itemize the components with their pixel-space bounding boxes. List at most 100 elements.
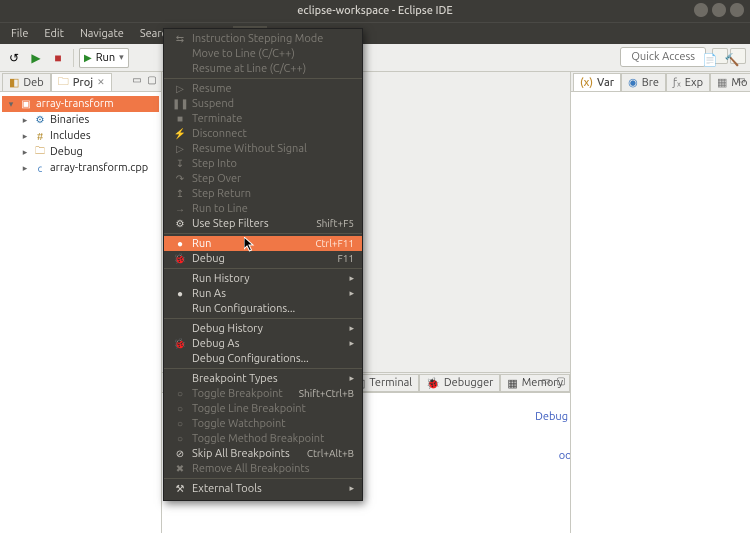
menu-item-label: Debug [192, 253, 337, 265]
close-icon[interactable]: ✕ [97, 77, 105, 88]
menu-item-use-step-filters[interactable]: ⚙Use Step FiltersShift+F5 [164, 216, 362, 231]
expander-icon[interactable]: ▸ [20, 131, 30, 142]
tree-label: array-transform.cpp [50, 162, 148, 174]
menu-item-label: Step Return [192, 188, 354, 200]
tb-btn-2[interactable]: 🔨 [722, 50, 742, 70]
menu-item-debug-history[interactable]: Debug History▸ [164, 321, 362, 336]
menu-item-icon: ▷ [172, 83, 188, 95]
menu-item-run[interactable]: ●RunCtrl+F11 [164, 236, 362, 251]
menu-item-resume: ▷Resume [164, 81, 362, 96]
menu-item-icon: ○ [172, 388, 188, 400]
menu-item-label: Debug As [192, 338, 345, 350]
minimize-view-icon[interactable]: ▭ [539, 374, 553, 388]
menu-file[interactable]: File [4, 26, 35, 42]
menu-item-label: Breakpoint Types [192, 373, 345, 385]
menu-separator [164, 78, 362, 79]
run-config-combo[interactable]: ▶ Run ▾ [79, 48, 129, 68]
minimize-view-icon[interactable]: ▭ [130, 73, 144, 87]
menu-item-icon: 🐞 [172, 338, 188, 350]
menu-item-skip-all-breakpoints[interactable]: ⊘Skip All BreakpointsCtrl+Alt+B [164, 446, 362, 461]
menu-item-label: Toggle Watchpoint [192, 418, 354, 430]
menu-item-run-configurations[interactable]: Run Configurations... [164, 301, 362, 316]
run-combo-label: Run [96, 52, 115, 64]
tab-label: Bre [642, 77, 659, 89]
run-icon[interactable]: ▶ [26, 48, 46, 68]
tab-label: Terminal [369, 377, 412, 389]
stop-icon[interactable]: ■ [48, 48, 68, 68]
expander-icon[interactable]: ▸ [20, 163, 30, 174]
menu-navigate[interactable]: Navigate [73, 26, 131, 42]
tab-debugger[interactable]: 🐞 Debugger [419, 374, 500, 392]
menu-item-label: Toggle Method Breakpoint [192, 433, 354, 445]
tab-label: Var [597, 77, 614, 89]
quick-access[interactable]: Quick Access [620, 47, 706, 67]
expander-icon[interactable]: ▸ [20, 115, 30, 126]
maximize-button[interactable] [712, 3, 726, 17]
toolbar-sep [73, 49, 74, 67]
minimize-view-icon[interactable]: ▭ [734, 73, 748, 87]
expander-icon[interactable]: ▾ [6, 99, 16, 110]
window-buttons [694, 3, 744, 17]
close-button[interactable] [730, 3, 744, 17]
variables-view[interactable] [571, 92, 750, 533]
tree-root[interactable]: ▾ ▣ array-transform [2, 96, 159, 112]
tree-debug-folder[interactable]: ▸ 🗀 Debug [2, 144, 159, 160]
tab-controls: ▭ ▢ [130, 73, 159, 87]
menu-item-icon: ● [172, 238, 188, 250]
right-pane: (x) Var ◉ Bre ƒₓ Exp ▦ Mo ▭ [570, 72, 750, 533]
menu-item-step-return: ↥Step Return [164, 186, 362, 201]
tab-expressions[interactable]: ƒₓ Exp [666, 73, 710, 91]
tree-source-file[interactable]: ▸ c array-transform.cpp [2, 160, 159, 176]
menu-item-icon: ⚡ [172, 128, 188, 140]
menu-item-debug[interactable]: 🐞DebugF11 [164, 251, 362, 266]
menu-item-move-to-line-c-c: Move to Line (C/C++) [164, 46, 362, 61]
menu-item-label: Terminate [192, 113, 354, 125]
run-menu-dropdown: ⇆Instruction Stepping ModeMove to Line (… [163, 28, 363, 501]
menu-item-resume-without-signal: ▷Resume Without Signal [164, 141, 362, 156]
tree-includes[interactable]: ▸ # Includes [2, 128, 159, 144]
menu-item-breakpoint-types[interactable]: Breakpoint Types ▸ [164, 371, 362, 386]
menu-item-label: Toggle Breakpoint [192, 388, 299, 400]
menu-item-label: Resume Without Signal [192, 143, 354, 155]
menu-item-disconnect: ⚡Disconnect [164, 126, 362, 141]
tb-btn-1[interactable]: 📄 [700, 50, 720, 70]
tree-binaries[interactable]: ▸ ⚙ Binaries [2, 112, 159, 128]
tab-variables[interactable]: (x) Var [573, 73, 621, 91]
menu-item-label: Suspend [192, 98, 354, 110]
maximize-view-icon[interactable]: ▢ [554, 374, 568, 388]
menu-item-label: Run to Line [192, 203, 354, 215]
menu-item-label: Skip All Breakpoints [192, 448, 307, 460]
tab-breakpoints[interactable]: ◉ Bre [621, 73, 666, 91]
tab-project-explorer[interactable]: 🗀 Proj ✕ [51, 73, 112, 91]
menu-item-icon: ○ [172, 403, 188, 415]
menu-item-external-tools[interactable]: ⚒External Tools▸ [164, 481, 362, 496]
minimize-button[interactable] [694, 3, 708, 17]
menu-item-icon: ↷ [172, 173, 188, 185]
menu-item-run-history[interactable]: Run History▸ [164, 271, 362, 286]
menu-separator [164, 233, 362, 234]
menu-item-run-to-line: →Run to Line [164, 201, 362, 216]
left-tabs: ◧ Deb 🗀 Proj ✕ ▭ ▢ [0, 72, 161, 92]
menu-item-debug-configurations[interactable]: Debug Configurations... [164, 351, 362, 366]
menu-item-label: Step Over [192, 173, 354, 185]
menu-item-debug-as[interactable]: 🐞Debug As▸ [164, 336, 362, 351]
quick-access-label: Quick Access [631, 51, 695, 63]
menu-item-accel: Ctrl+F11 [315, 238, 354, 249]
menu-separator [164, 318, 362, 319]
tab-debug-view[interactable]: ◧ Deb [2, 73, 51, 91]
menu-item-run-as[interactable]: ●Run As▸ [164, 286, 362, 301]
console-info: ook 447ms) [559, 450, 570, 462]
menu-separator [164, 268, 362, 269]
folder-icon: 🗀 [58, 73, 69, 92]
restart-icon[interactable]: ↺ [4, 48, 24, 68]
menu-item-icon: ↧ [172, 158, 188, 170]
project-tree[interactable]: ▾ ▣ array-transform ▸ ⚙ Binaries ▸ # Inc… [0, 92, 161, 533]
submenu-arrow-icon: ▸ [349, 373, 354, 384]
expander-icon[interactable]: ▸ [20, 147, 30, 158]
toolbar: ↺ ▶ ■ ▶ Run ▾ Quick Access [0, 44, 750, 72]
menu-item-label: Debug History [192, 323, 345, 335]
menu-item-icon: ⚒ [172, 483, 188, 495]
play-icon: ▶ [84, 52, 92, 64]
maximize-view-icon[interactable]: ▢ [145, 73, 159, 87]
menu-edit[interactable]: Edit [37, 26, 71, 42]
